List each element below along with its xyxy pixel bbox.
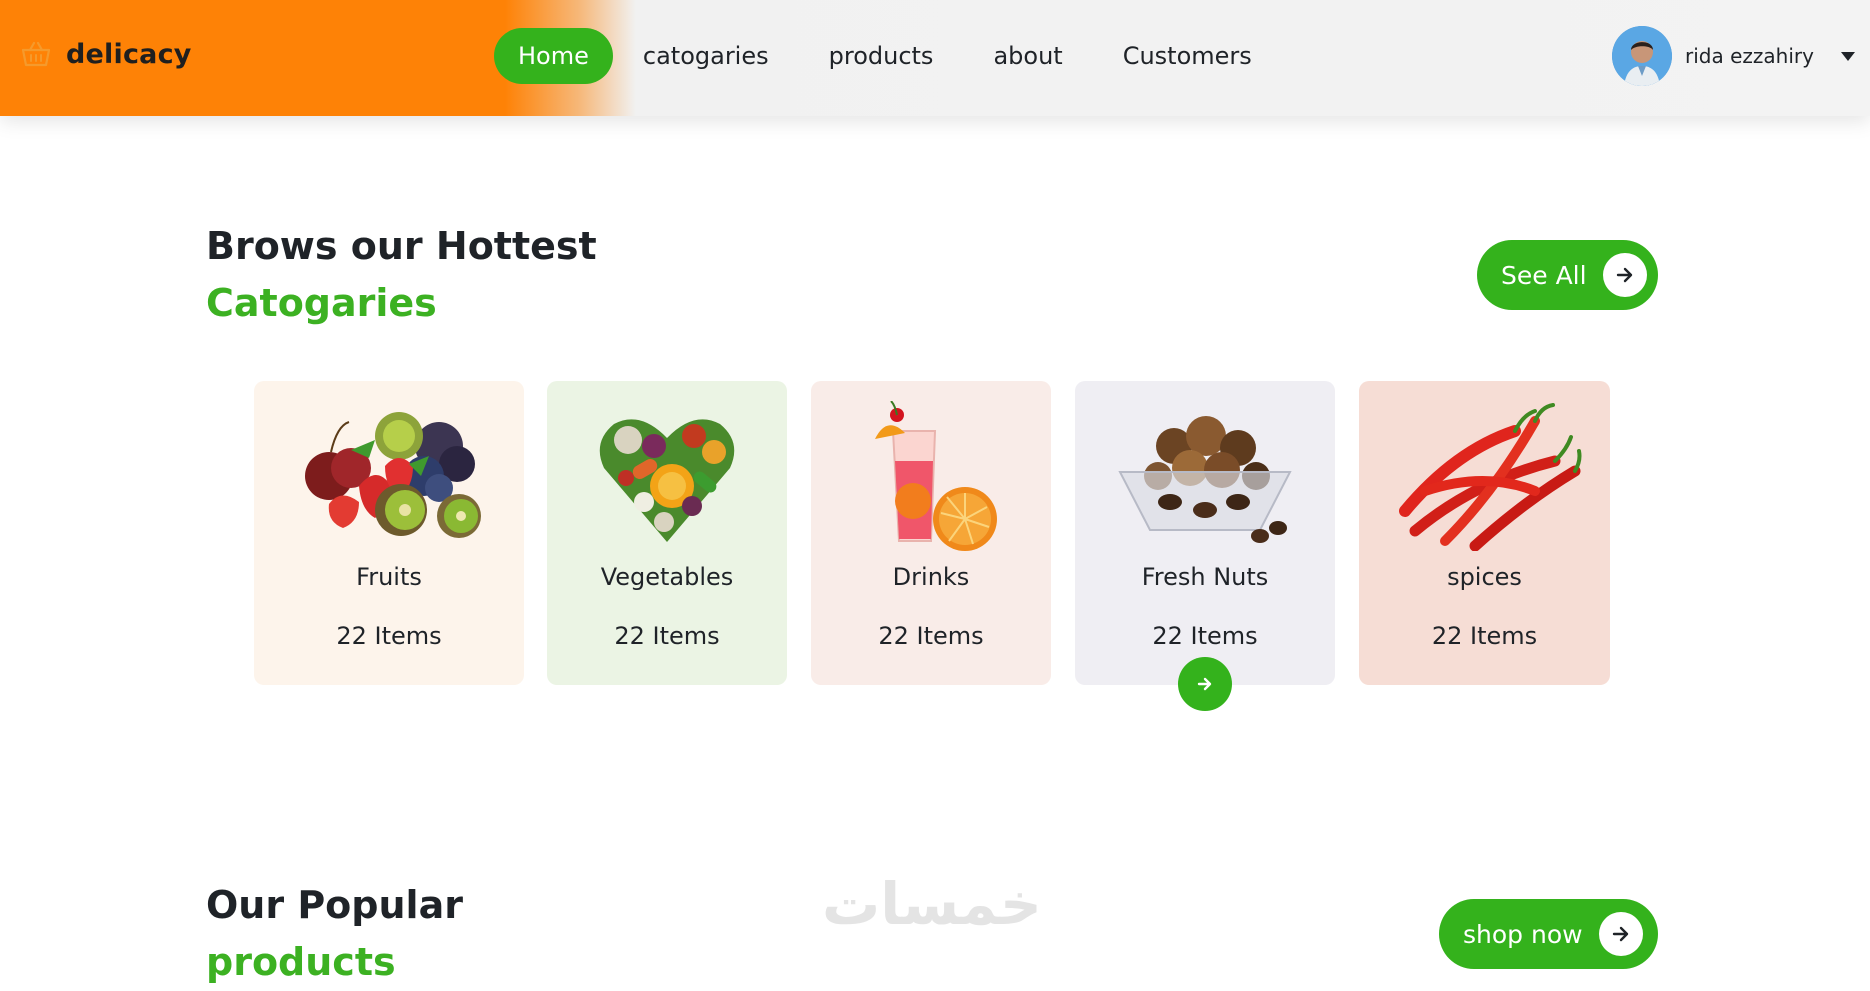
- category-name: spices: [1447, 563, 1522, 591]
- category-card-fresh-nuts[interactable]: Fresh Nuts 22 Items: [1075, 381, 1335, 685]
- nuts-image: [1075, 411, 1335, 543]
- popular-heading-line2: products: [206, 940, 396, 984]
- chili-image: [1359, 403, 1610, 551]
- arrow-right-icon: [1602, 253, 1647, 297]
- category-name: Vegetables: [600, 563, 734, 591]
- see-all-button[interactable]: See All: [1477, 240, 1658, 310]
- category-name: Drinks: [892, 563, 970, 591]
- see-all-label: See All: [1501, 260, 1587, 290]
- nav-catogaries[interactable]: catogaries: [613, 28, 799, 84]
- caret-down-icon[interactable]: [1840, 51, 1855, 61]
- nav-about[interactable]: about: [963, 28, 1092, 84]
- category-count: 22 Items: [336, 622, 442, 650]
- nav-home[interactable]: Home: [494, 28, 613, 84]
- arrow-right-icon: [1598, 912, 1643, 956]
- category-card-spices[interactable]: spices 22 Items: [1359, 381, 1610, 685]
- category-name: Fresh Nuts: [1141, 563, 1269, 591]
- categories-heading-line1: Brows our Hottest: [206, 224, 597, 268]
- drinks-image: [811, 401, 1051, 551]
- main-nav: Home catogaries products about Customers: [494, 28, 1282, 84]
- watermark: خمسات: [822, 870, 1042, 938]
- top-navbar: delicacy Home catogaries products about …: [0, 0, 1870, 116]
- popular-heading: Our Popular products: [206, 877, 463, 991]
- nav-products[interactable]: products: [799, 28, 964, 84]
- categories-heading: Brows our Hottest Catogaries: [206, 218, 597, 332]
- category-card-drinks[interactable]: Drinks 22 Items: [811, 381, 1051, 685]
- nav-customers[interactable]: Customers: [1093, 28, 1282, 84]
- user-name: rida ezzahiry: [1685, 44, 1814, 68]
- shop-now-label: shop now: [1463, 919, 1583, 949]
- brand-name: delicacy: [66, 38, 192, 70]
- category-name: Fruits: [356, 563, 422, 591]
- category-card-vegetables[interactable]: Vegetables 22 Items: [547, 381, 787, 685]
- brand[interactable]: delicacy: [20, 38, 192, 70]
- vegetables-image: [547, 411, 787, 542]
- categories-heading-line2: Catogaries: [206, 281, 437, 325]
- arrow-right-icon: [1197, 677, 1212, 691]
- carousel-next-button[interactable]: [1178, 657, 1232, 711]
- basket-icon: [21, 41, 51, 67]
- user-menu[interactable]: rida ezzahiry: [1612, 26, 1855, 86]
- category-count: 22 Items: [1431, 622, 1538, 650]
- category-count: 22 Items: [1152, 622, 1258, 650]
- user-avatar[interactable]: [1612, 26, 1672, 86]
- category-card-fruits[interactable]: Fruits 22 Items: [254, 381, 524, 685]
- popular-heading-line1: Our Popular: [206, 883, 463, 927]
- fruits-image: [254, 411, 524, 541]
- shop-now-button[interactable]: shop now: [1439, 899, 1658, 969]
- category-count: 22 Items: [614, 622, 720, 650]
- category-count: 22 Items: [878, 622, 984, 650]
